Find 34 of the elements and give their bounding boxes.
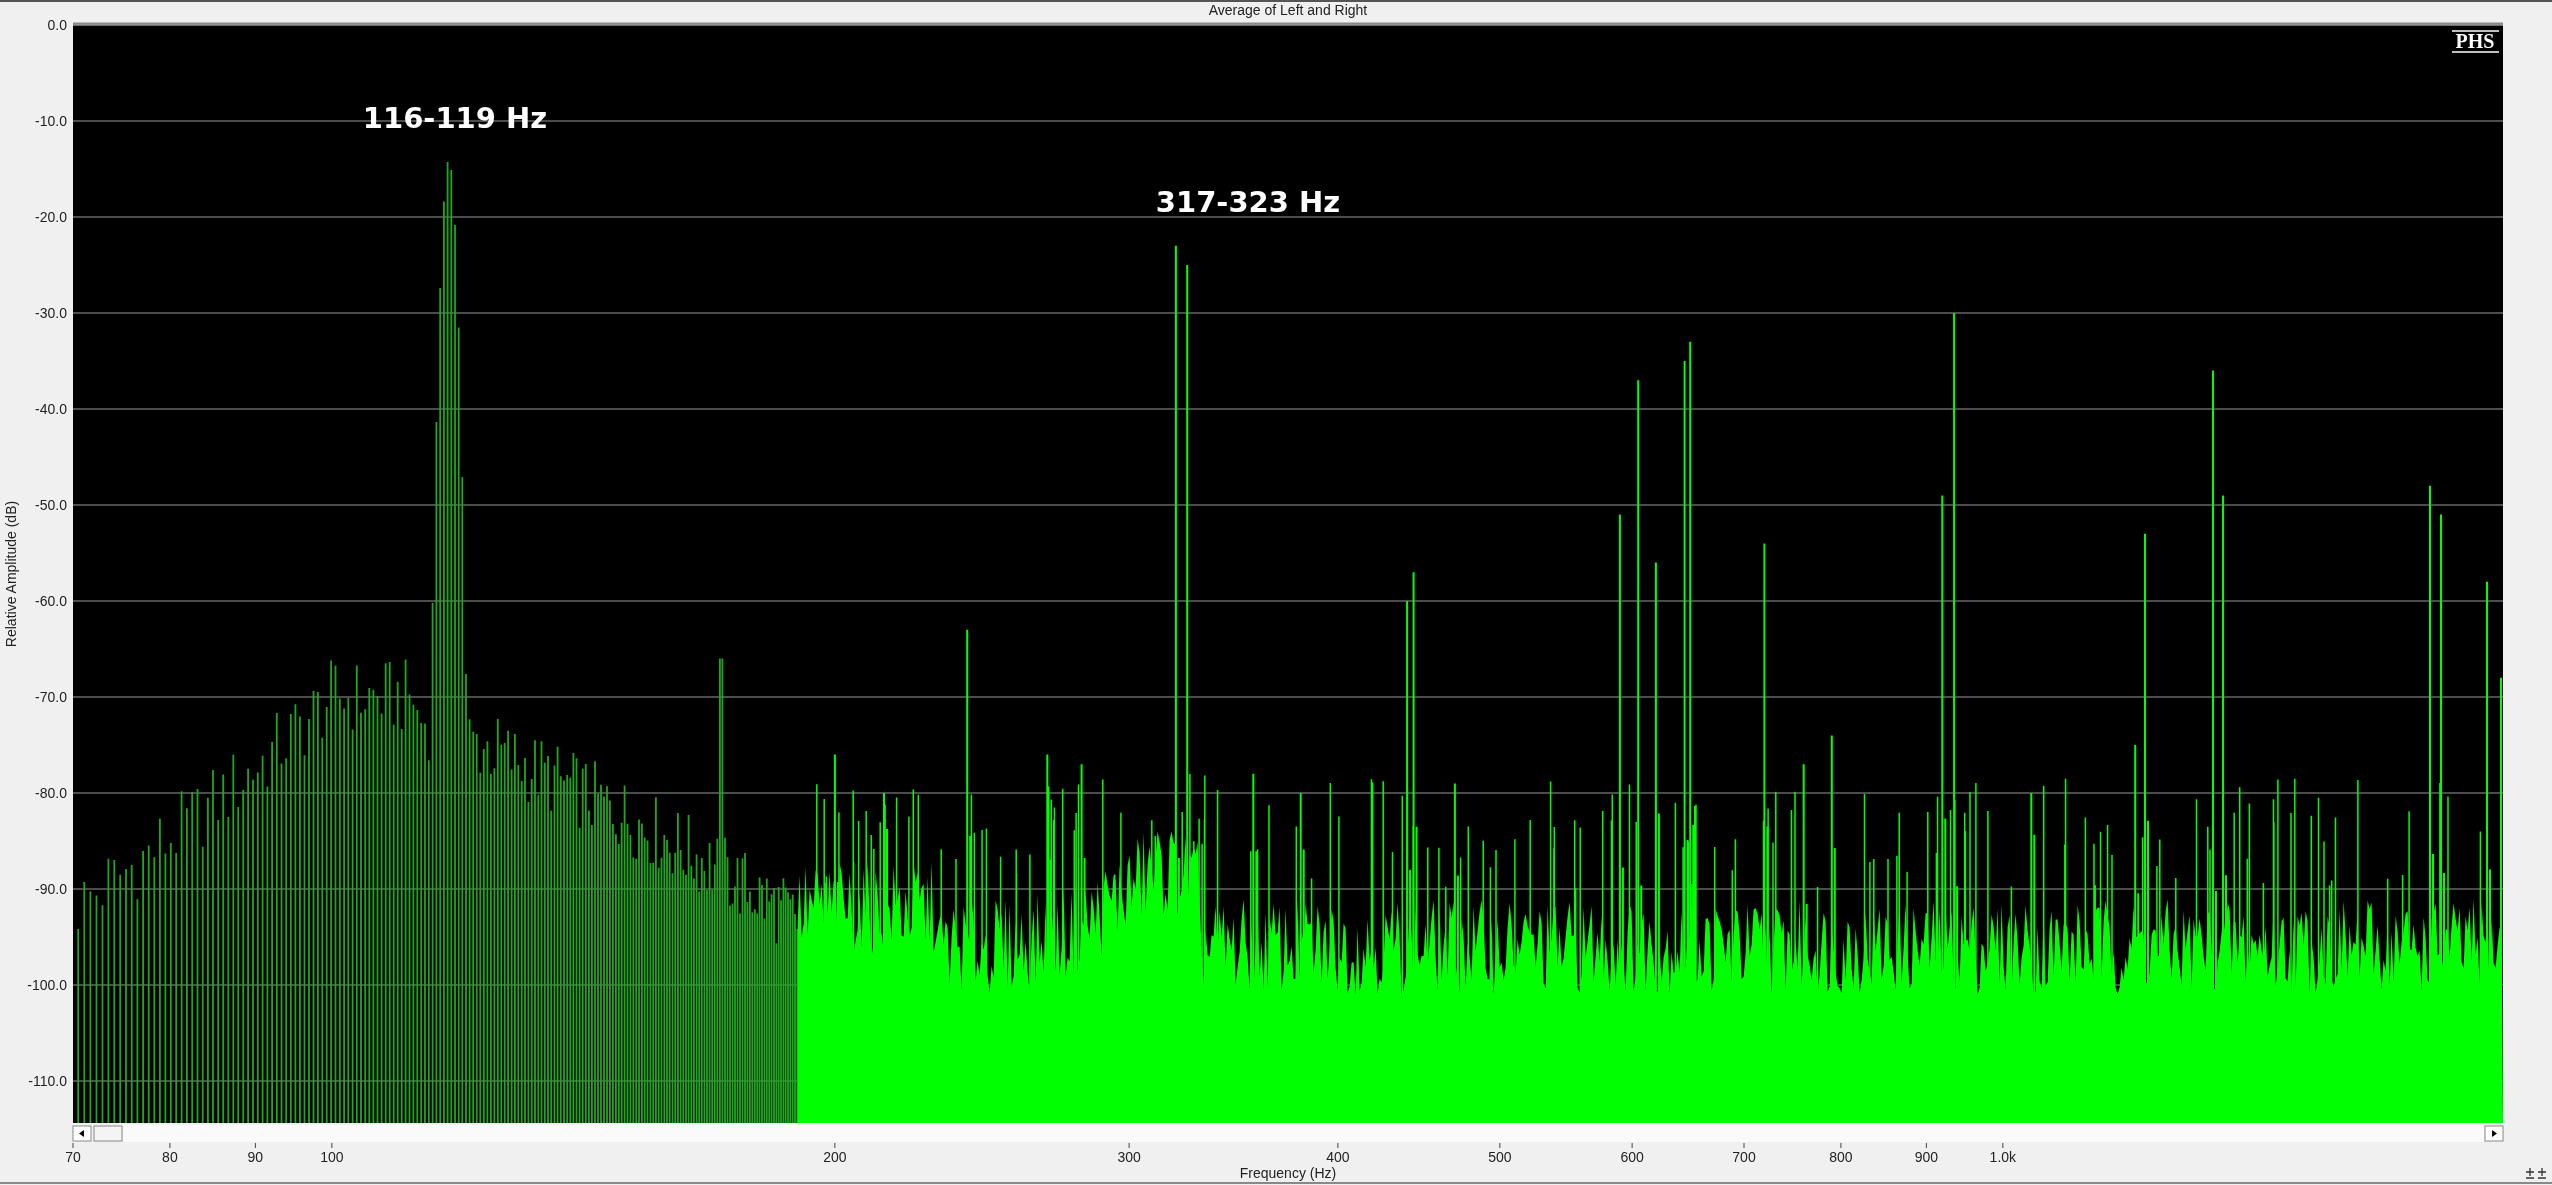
logo: PHS [2451,30,2500,53]
y-tick-label: -20.0 [35,209,67,225]
y-tick-label: -90.0 [35,881,67,897]
x-tick-label: 70 [65,1149,81,1165]
x-axis-label: Frequency (Hz) [1239,1165,1337,1181]
scroll-right-icon[interactable] [2484,1125,2504,1142]
x-tick-label: 200 [823,1149,847,1165]
y-tick-label: -40.0 [35,401,67,417]
y-tick-label: -60.0 [35,593,67,609]
scrollbar-thumb[interactable] [93,1125,123,1142]
y-axis-label: Relative Amplitude (dB) [3,500,19,648]
x-tick-label: 400 [1326,1149,1350,1165]
peak-label: 317-323 Hz [1155,185,1341,219]
x-tick-label: 80 [162,1149,178,1165]
x-tick-label: 1.0k [1989,1149,2017,1165]
y-tick-label: -30.0 [35,305,67,321]
y-tick-label: -50.0 [35,497,67,513]
x-tick-label: 300 [1117,1149,1141,1165]
chart-title: Average of Left and Right [1208,2,1368,18]
x-tick-label: 800 [1829,1149,1853,1165]
y-tick-label: 0.0 [47,17,67,33]
x-tick-label: 700 [1732,1149,1756,1165]
y-tick-label: -110.0 [28,1073,67,1089]
y-tick-label: -10.0 [35,113,67,129]
x-tick-label: 600 [1620,1149,1644,1165]
scroll-left-icon[interactable] [72,1125,92,1142]
x-tick-label: 500 [1488,1149,1512,1165]
x-tick-label: 100 [320,1149,344,1165]
y-tick-label: -70.0 [35,689,67,705]
y-tick-label: -100.0 [27,977,67,993]
y-tick-label: -80.0 [35,785,67,801]
peak-label: 116-119 Hz [362,101,548,135]
x-tick-label: 900 [1914,1149,1939,1165]
x-tick-label: 90 [247,1149,264,1165]
